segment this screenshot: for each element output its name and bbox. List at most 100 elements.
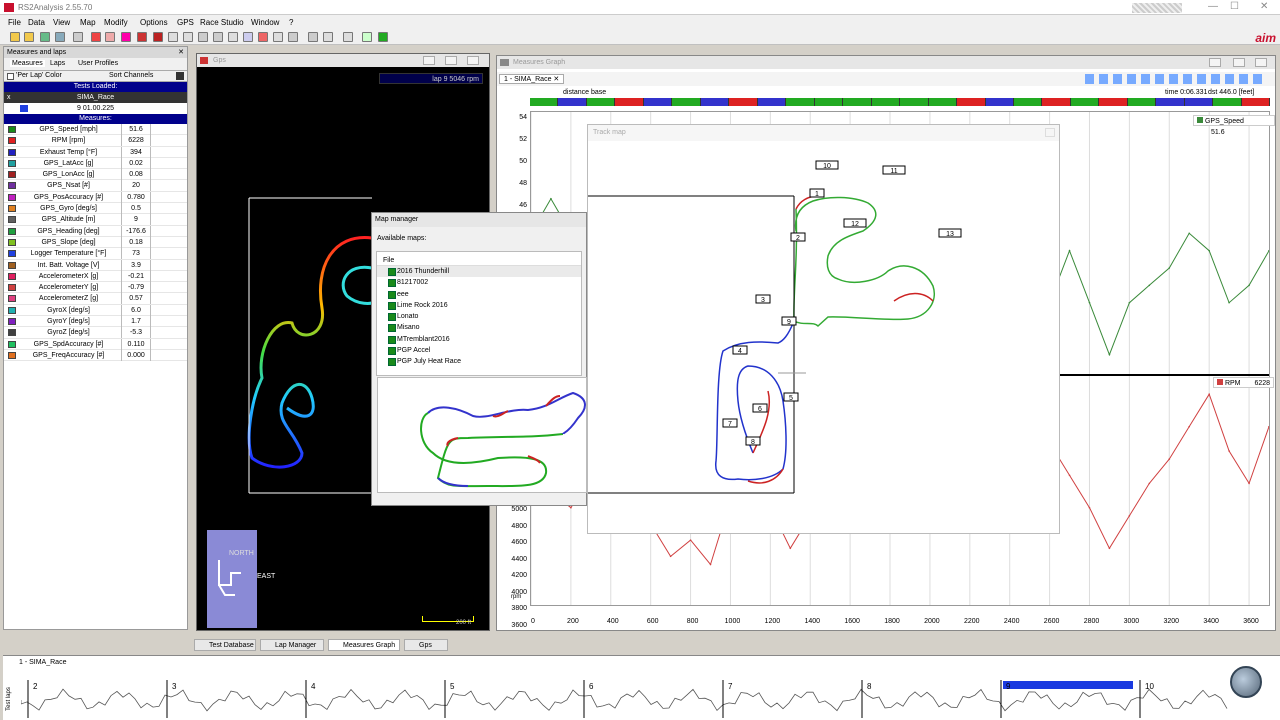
measure-color-swatch[interactable]: [8, 126, 16, 133]
minimize-button[interactable]: —: [1208, 2, 1218, 12]
measure-row[interactable]: GPS_Altitude [m] 9: [4, 214, 187, 226]
menu-modify[interactable]: Modify: [104, 18, 128, 27]
lap-row[interactable]: 9 01.00.225: [4, 103, 187, 114]
map-list-item[interactable]: PGP Accel: [377, 345, 581, 356]
measure-row[interactable]: GPS_Nsat [#] 20: [4, 180, 187, 192]
graph-close-button[interactable]: [1255, 58, 1267, 67]
overview-lap-number[interactable]: 3: [172, 682, 176, 691]
tab-measures-graph[interactable]: Measures Graph: [328, 639, 400, 651]
menu-options[interactable]: Options: [140, 18, 168, 27]
measure-color-swatch[interactable]: [8, 216, 16, 224]
map-list-item[interactable]: Lime Rock 2016: [377, 300, 581, 311]
test-row[interactable]: x SIMA_Race: [4, 92, 187, 103]
graph-maximize-button[interactable]: [1233, 58, 1245, 67]
measure-color-swatch[interactable]: [8, 205, 16, 213]
map-list-item[interactable]: Lonato: [377, 311, 581, 322]
menu-data[interactable]: Data: [28, 18, 45, 27]
menu-gps[interactable]: GPS: [177, 18, 194, 27]
map-checkbox[interactable]: [388, 358, 396, 367]
zoom-icon[interactable]: [308, 32, 318, 42]
overview-lap-number[interactable]: 6: [589, 682, 593, 691]
measure-color-swatch[interactable]: [8, 148, 16, 156]
measure-row[interactable]: GPS_LatAcc [g] 0.02: [4, 157, 187, 170]
file-column-header[interactable]: File: [377, 255, 581, 266]
maximize-button[interactable]: ☐: [1230, 2, 1239, 12]
panel-close-icon[interactable]: ✕: [178, 47, 184, 58]
overview-lap-number[interactable]: 8: [867, 682, 871, 691]
menu-window[interactable]: Window: [251, 18, 279, 27]
map-checkbox[interactable]: [388, 268, 396, 276]
measure-row[interactable]: GPS_PosAccuracy [#] 0.780: [4, 191, 187, 204]
measure-row[interactable]: Exhaust Temp [°F] 394: [4, 146, 187, 158]
measure-color-swatch[interactable]: [8, 284, 16, 292]
map-checkbox[interactable]: [388, 290, 396, 299]
tab-gps[interactable]: Gps: [404, 639, 448, 651]
track-icon[interactable]: [213, 32, 223, 42]
map-checkbox[interactable]: [388, 313, 396, 322]
tab-user-profiles[interactable]: User Profiles: [78, 60, 118, 67]
menu-map[interactable]: Map: [80, 18, 96, 27]
measure-row[interactable]: GyroZ [deg/s] -5.3: [4, 327, 187, 339]
measure-color-swatch[interactable]: [8, 340, 16, 348]
print-icon[interactable]: [323, 32, 333, 42]
map-list-item[interactable]: Misano: [377, 322, 581, 333]
map-checkbox[interactable]: [388, 335, 396, 344]
map-checkbox[interactable]: [388, 347, 396, 356]
measure-row[interactable]: AccelerometerZ [g] 0.57: [4, 293, 187, 305]
gps-minimize-button[interactable]: [423, 56, 435, 65]
measure-color-swatch[interactable]: [8, 159, 16, 167]
menu-help[interactable]: ?: [289, 18, 293, 27]
menu-race-studio[interactable]: Race Studio: [200, 18, 244, 27]
measure-color-swatch[interactable]: [8, 329, 16, 337]
overview-lap-number[interactable]: 10: [1145, 682, 1154, 691]
measure-row[interactable]: AccelerometerY [g] -0.79: [4, 282, 187, 294]
wrench-icon[interactable]: [176, 72, 184, 80]
map-checkbox[interactable]: [388, 301, 396, 310]
measure-row[interactable]: Logger Temperature [°F] 73: [4, 248, 187, 260]
track-map-close-button[interactable]: [1045, 128, 1055, 137]
map-list-item[interactable]: 81217002: [377, 277, 581, 288]
graph-tab[interactable]: 1 - SIMA_Race ✕: [499, 74, 565, 84]
measure-row[interactable]: GPS_SpdAccuracy [#] 0.110: [4, 338, 187, 350]
measure-row[interactable]: GPS_Heading [deg] -176.6: [4, 225, 187, 237]
folder-icon[interactable]: [24, 32, 34, 42]
measure-row[interactable]: GyroY [deg/s] 1.7: [4, 316, 187, 328]
close-button[interactable]: ✕: [1260, 2, 1268, 12]
test-close-icon[interactable]: x: [7, 92, 11, 103]
chart-icon[interactable]: [105, 32, 115, 42]
measure-color-swatch[interactable]: [8, 261, 16, 269]
settings-icon[interactable]: [73, 32, 83, 42]
filter-icon[interactable]: [288, 32, 298, 42]
measure-row[interactable]: GyroX [deg/s] 6.0: [4, 304, 187, 317]
map-list-item[interactable]: eee: [377, 289, 581, 300]
map-list-item[interactable]: PGP July Heat Race: [377, 356, 581, 367]
channel-icon[interactable]: [258, 32, 268, 42]
map-checkbox[interactable]: [388, 324, 396, 333]
map-list-item[interactable]: MTremblant2016: [377, 334, 581, 345]
scissors-icon[interactable]: [273, 32, 283, 42]
layout-icon[interactable]: [343, 32, 353, 42]
overview-lap-number[interactable]: 9: [1006, 682, 1010, 691]
measure-color-swatch[interactable]: [8, 193, 16, 201]
measure-color-swatch[interactable]: [8, 227, 16, 235]
lap-segment-bar[interactable]: [530, 98, 1271, 106]
table-icon[interactable]: [153, 32, 163, 42]
open-icon[interactable]: [10, 32, 20, 42]
measure-color-swatch[interactable]: [8, 295, 16, 303]
download-icon[interactable]: [40, 32, 50, 42]
graph-minimize-button[interactable]: [1209, 58, 1221, 67]
sort-channels-button[interactable]: Sort Channels: [109, 72, 153, 79]
measure-row[interactable]: GPS_Slope [deg] 0.18: [4, 236, 187, 249]
map-icon[interactable]: [183, 32, 193, 42]
measure-color-swatch[interactable]: [8, 238, 16, 246]
measure-color-swatch[interactable]: [8, 182, 16, 190]
grid-icon[interactable]: [198, 32, 208, 42]
measure-color-swatch[interactable]: [8, 137, 16, 145]
tab-measures[interactable]: Measures: [10, 60, 45, 67]
scroll-knob[interactable]: [1230, 666, 1262, 698]
pin-icon[interactable]: [362, 32, 372, 42]
map-list-item[interactable]: 2016 Thunderhill: [377, 266, 581, 278]
measure-row[interactable]: Int. Batt. Voltage [V] 3.9: [4, 259, 187, 271]
gps-close-button[interactable]: [467, 56, 479, 65]
measure-row[interactable]: AccelerometerX [g] -0.21: [4, 270, 187, 283]
